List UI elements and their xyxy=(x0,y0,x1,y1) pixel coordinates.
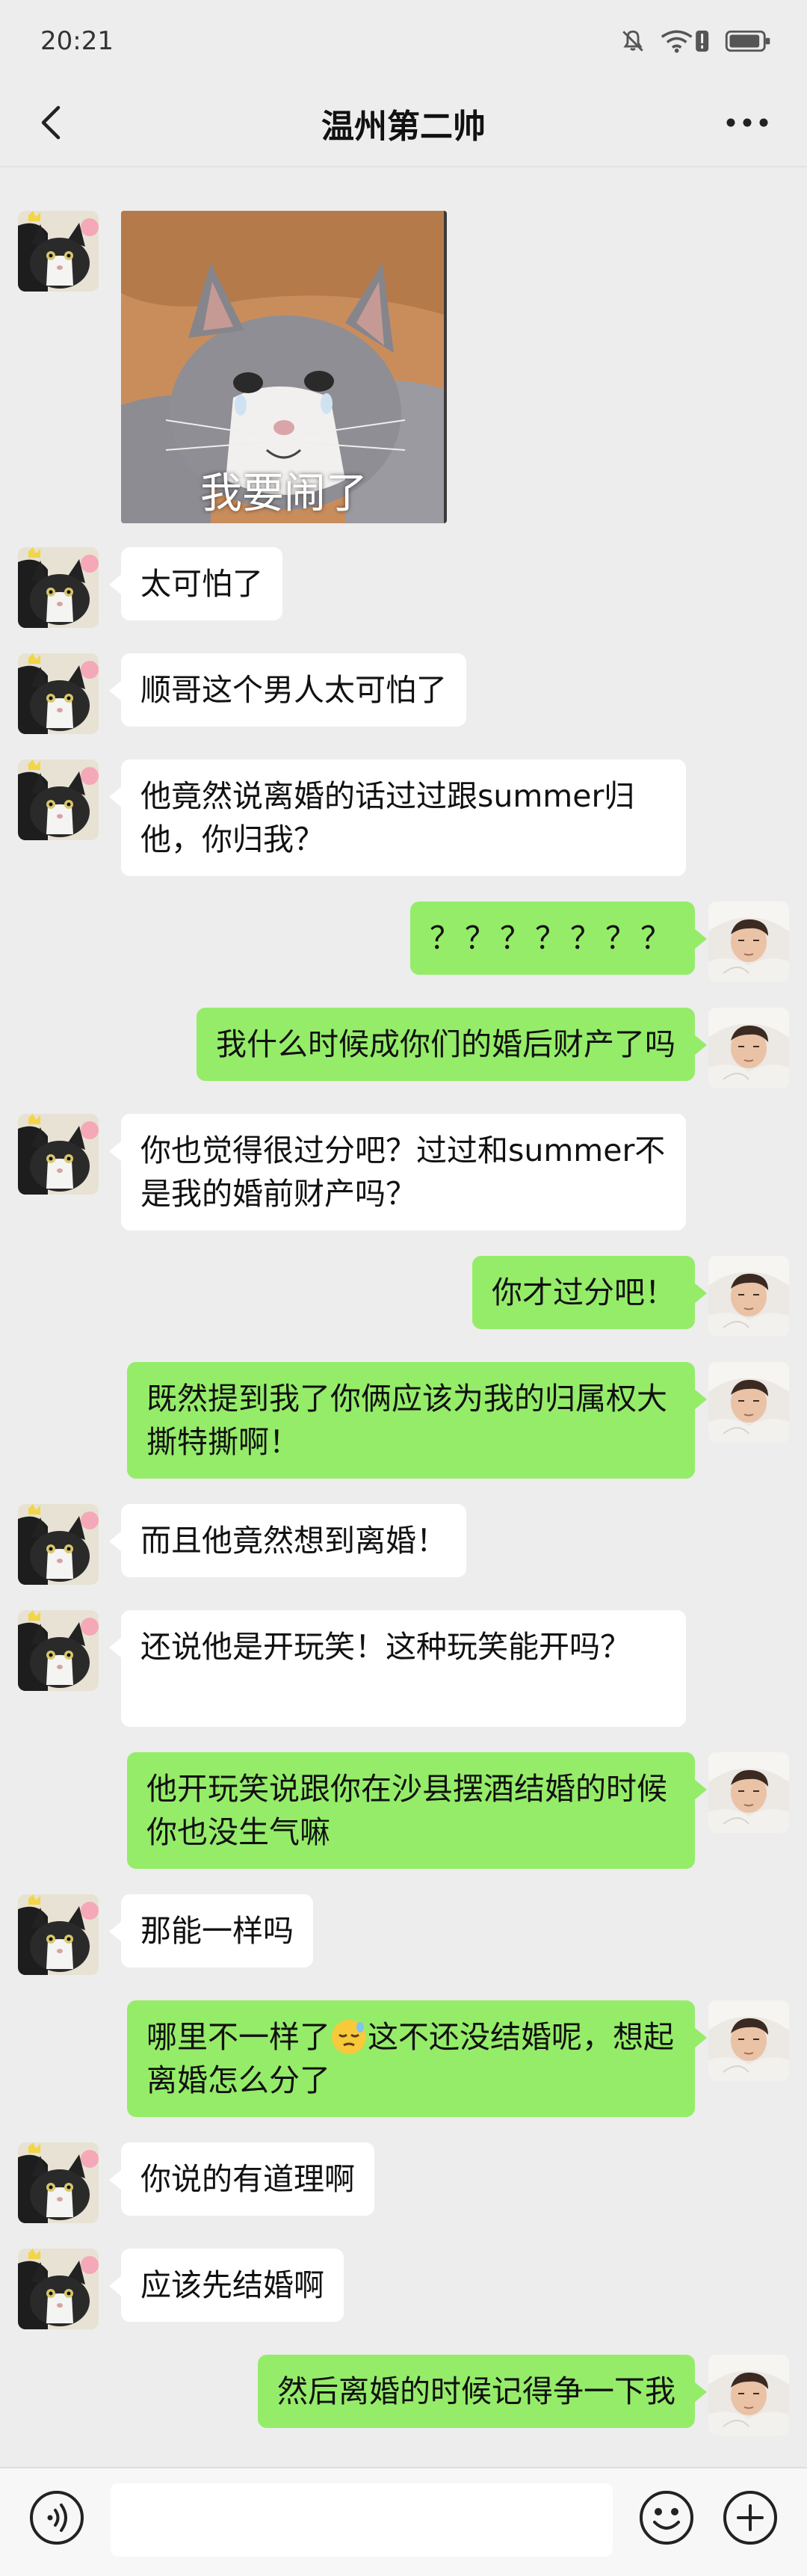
sticker-caption: 我要闹了 xyxy=(200,469,368,518)
contact-avatar[interactable] xyxy=(18,2142,99,2223)
message-bubble-sent[interactable]: 然后离婚的时候记得争一下我 xyxy=(258,2355,707,2428)
message-input[interactable] xyxy=(111,2483,613,2557)
contact-avatar[interactable] xyxy=(18,211,99,292)
wifi-alert-icon xyxy=(661,30,709,53)
message-bubble-sent[interactable]: 我什么时候成你们的婚后财产了吗 xyxy=(197,1008,707,1081)
sleepy-face-emoji xyxy=(332,2020,366,2054)
message-bubble-received[interactable]: 那能一样吗 xyxy=(109,1894,313,1968)
chat-title: 温州第二帅 xyxy=(321,108,486,146)
plus-icon[interactable] xyxy=(720,2488,780,2548)
status-bar: 20:21 xyxy=(0,0,807,82)
status-icons xyxy=(620,28,773,54)
battery-icon xyxy=(725,30,770,52)
message-bubble-received[interactable]: 应该先结婚啊 xyxy=(109,2249,344,2322)
chat-header: 温州第二帅 xyxy=(0,82,807,164)
my-avatar[interactable] xyxy=(708,2000,789,2081)
voice-icon[interactable] xyxy=(27,2488,87,2548)
chevron-left-icon[interactable] xyxy=(30,100,75,145)
message-bubble-sent[interactable]: 哪里不一样了 这不还没结婚呢，想起离婚怎么分了 xyxy=(127,2000,707,2117)
message-bubble-sent[interactable]: 你才过分吧！ xyxy=(472,1256,707,1329)
message-text-part: 哪里不一样了 xyxy=(146,2019,330,2055)
my-avatar[interactable] xyxy=(708,1362,789,1443)
contact-avatar[interactable] xyxy=(18,547,99,628)
message-bubble-received[interactable]: 还说他是开玩笑！这种玩笑能开吗？ xyxy=(109,1610,686,1727)
status-time: 20:21 xyxy=(40,26,114,56)
message-bubble-received[interactable]: 太可怕了 xyxy=(109,547,282,620)
message-bubble-received[interactable]: 你也觉得很过分吧？过过和summer不是我的婚前财产吗？ xyxy=(109,1114,686,1230)
contact-avatar[interactable] xyxy=(18,1114,99,1195)
message-bubble-received[interactable]: 你说的有道理啊 xyxy=(109,2142,374,2216)
message-bubble-sent[interactable]: 他开玩笑说跟你在沙县摆酒结婚的时候你也没生气嘛 xyxy=(127,1752,707,1869)
input-bar xyxy=(0,2467,807,2576)
contact-avatar[interactable] xyxy=(18,653,99,734)
my-avatar[interactable] xyxy=(708,902,789,982)
contact-avatar[interactable] xyxy=(18,1504,99,1585)
my-avatar[interactable] xyxy=(708,2355,789,2435)
contact-avatar[interactable] xyxy=(18,1610,99,1691)
message-bubble-received[interactable]: 顺哥这个男人太可怕了 xyxy=(109,653,466,727)
message-bubble-sent[interactable]: ？？？？？？？ xyxy=(410,902,707,975)
header-divider xyxy=(0,166,807,167)
message-bubble-received[interactable]: 而且他竟然想到离婚！ xyxy=(109,1504,466,1577)
my-avatar[interactable] xyxy=(708,1752,789,1833)
my-avatar[interactable] xyxy=(708,1256,789,1337)
contact-avatar[interactable] xyxy=(18,2249,99,2329)
mute-icon xyxy=(622,30,643,52)
sticker-message[interactable]: 我要闹了 xyxy=(121,211,447,523)
my-avatar[interactable] xyxy=(708,1008,789,1088)
emoji-icon[interactable] xyxy=(637,2488,696,2548)
contact-avatar[interactable] xyxy=(18,1894,99,1975)
message-bubble-sent[interactable]: 既然提到我了你俩应该为我的归属权大撕特撕啊！ xyxy=(127,1362,707,1479)
contact-avatar[interactable] xyxy=(18,759,99,840)
message-bubble-received[interactable]: 他竟然说离婚的话过过跟summer归他，你归我？ xyxy=(109,759,686,876)
more-dots-icon[interactable] xyxy=(717,100,777,145)
